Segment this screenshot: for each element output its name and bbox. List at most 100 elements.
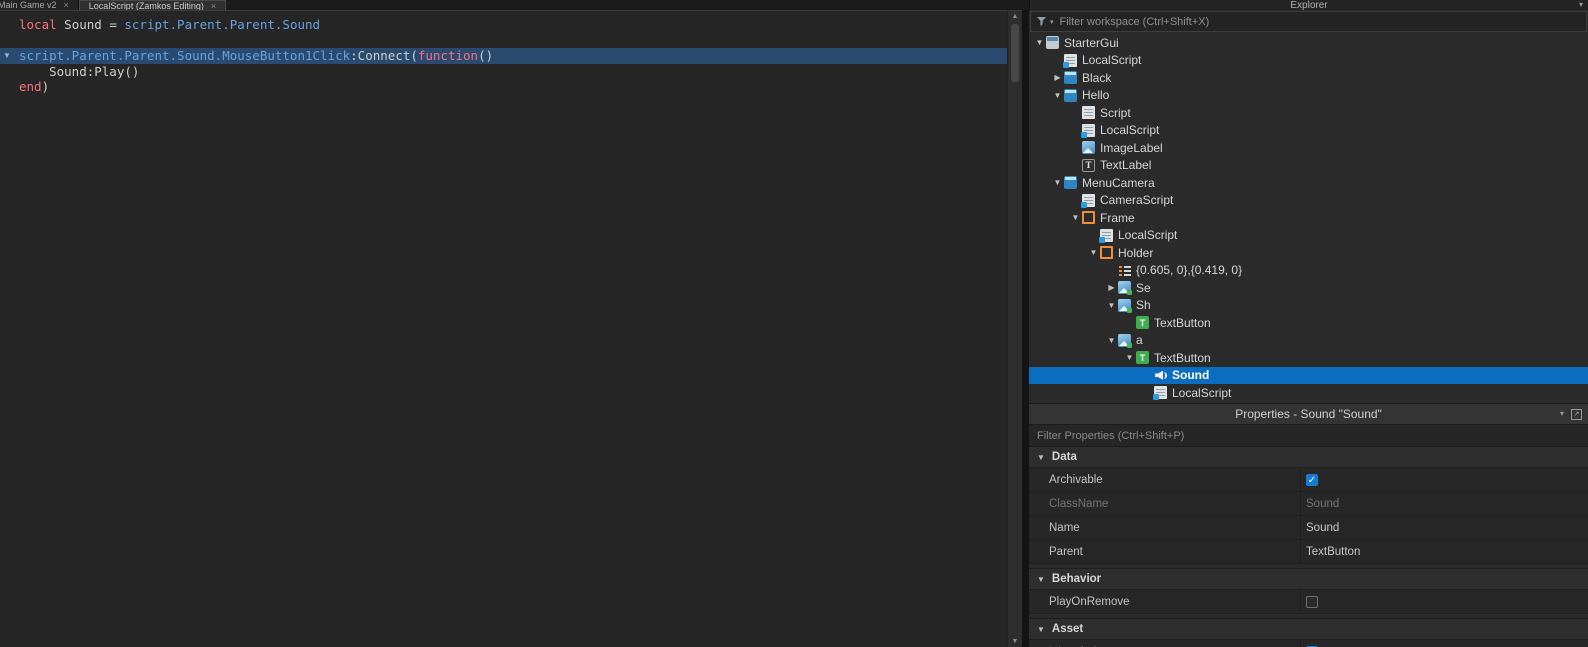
script-icon (1082, 106, 1095, 120)
startergui-icon (1046, 36, 1059, 50)
tree-label: TextButton (1154, 315, 1211, 330)
tree-label: CameraScript (1100, 193, 1174, 208)
code-line[interactable]: local Sound = script.Parent.Parent.Sound (0, 17, 1007, 33)
chevron-expanded-icon[interactable]: ▼ (1051, 91, 1064, 100)
tree-row-camerascript[interactable]: CameraScript (1029, 192, 1588, 210)
code-text: script.Parent.Parent.Sound.MouseButton1C… (19, 48, 494, 63)
script-editor[interactable]: local Sound = script.Parent.Parent.Sound… (0, 10, 1022, 647)
chevron-expanded-icon[interactable]: ▼ (1051, 178, 1064, 187)
prop-value-archivable (1301, 468, 1588, 491)
screengui-icon (1064, 88, 1077, 102)
prop-value-parent[interactable]: TextButton (1301, 540, 1588, 563)
popout-icon[interactable]: ↗ (1571, 408, 1582, 420)
properties-grid: ▼DataArchivableClassNameSoundNameSoundPa… (1029, 447, 1588, 647)
code-text: local Sound = script.Parent.Parent.Sound (19, 17, 321, 32)
tree-row-localscript[interactable]: LocalScript (1029, 52, 1588, 70)
tree-row-menucamera[interactable]: ▼ MenuCamera (1029, 174, 1588, 192)
section-header-asset[interactable]: ▼ Asset (1029, 618, 1588, 640)
close-icon[interactable]: × (64, 0, 69, 10)
tree-label: StarterGui (1064, 35, 1119, 50)
code-line[interactable]: Sound:Play() (0, 64, 1007, 80)
scroll-up-icon[interactable]: ▲ (1012, 11, 1019, 22)
chevron-expanded-icon[interactable]: ▼ (1123, 353, 1136, 362)
properties-panel-titlebar: Properties - Sound "Sound" ▾ ↗ (1029, 403, 1588, 425)
chevron-expanded-icon[interactable]: ▼ (1033, 38, 1046, 47)
tree-row-0-605-0-0-419-0[interactable]: {0.605, 0},{0.419, 0} (1029, 262, 1588, 280)
section-header-data[interactable]: ▼ Data (1029, 447, 1588, 468)
tree-row-localscript[interactable]: LocalScript (1029, 122, 1588, 140)
chevron-expanded-icon: ▼ (1037, 452, 1045, 462)
tree-label: Sound (1172, 368, 1210, 383)
sound-icon (1154, 369, 1167, 382)
tree-row-startergui[interactable]: ▼ StarterGui (1029, 34, 1588, 52)
tree-label: ImageLabel (1100, 140, 1163, 155)
tree-row-se[interactable]: ▶ Se (1029, 279, 1588, 297)
chevron-collapsed-icon[interactable]: ▶ (1105, 283, 1118, 292)
tree-row-sh[interactable]: ▼ Sh (1029, 297, 1588, 315)
prop-row-archivable: Archivable (1029, 468, 1588, 492)
chevron-expanded-icon: ▼ (1037, 624, 1045, 634)
tree-row-frame[interactable]: ▼ Frame (1029, 209, 1588, 227)
code-line[interactable]: end) (0, 79, 1007, 95)
close-icon[interactable]: × (211, 1, 216, 11)
scrollbar-track[interactable] (1008, 22, 1022, 636)
tree-row-localscript[interactable]: LocalScript (1029, 384, 1588, 402)
chevron-expanded-icon[interactable]: ▼ (1105, 336, 1118, 345)
chevron-expanded-icon: ▼ (1037, 574, 1045, 584)
chevron-expanded-icon[interactable]: ▼ (1087, 248, 1100, 257)
tree-row-textlabel[interactable]: TextLabel (1029, 157, 1588, 175)
tab-main-game-v2[interactable]: Main Game v2 × (0, 0, 79, 10)
fold-arrow-icon[interactable]: ▼ (0, 48, 19, 64)
prop-row-playonremove: PlayOnRemove (1029, 590, 1588, 614)
tree-row-sound[interactable]: Sound (1029, 366, 1588, 384)
textbutton-icon (1136, 316, 1149, 330)
chevron-expanded-icon[interactable]: ▼ (1105, 301, 1118, 310)
tree-row-imagelabel[interactable]: ImageLabel (1029, 139, 1588, 157)
tree-row-hello[interactable]: ▼ Hello (1029, 87, 1588, 105)
prop-label: IsLoaded (1029, 640, 1301, 647)
chevron-down-icon[interactable]: ▾ (1560, 409, 1564, 419)
right-dock: ▾ Filter workspace (Ctrl+Shift+X) ▼ Start… (1029, 10, 1588, 647)
chevron-expanded-icon[interactable]: ▼ (1069, 213, 1082, 222)
uilayout-icon (1118, 264, 1131, 277)
fold-gutter (0, 17, 19, 33)
section-header-behavior[interactable]: ▼ Behavior (1029, 568, 1588, 590)
tree-label: Black (1082, 70, 1112, 85)
tree-row-textbutton[interactable]: TextButton (1029, 314, 1588, 332)
tree-row-a[interactable]: ▼ a (1029, 332, 1588, 350)
prop-value-name[interactable]: Sound (1301, 516, 1588, 539)
code-line[interactable] (0, 33, 1007, 49)
explorer-tree: ▼ StarterGui LocalScript ▶ Black ▼ Hello Script… (1029, 32, 1588, 403)
tree-row-localscript[interactable]: LocalScript (1029, 227, 1588, 245)
archivable-checkbox[interactable] (1306, 473, 1318, 486)
editor-vertical-scrollbar[interactable]: ▲ ▼ (1007, 11, 1022, 647)
localscript-icon (1063, 53, 1077, 68)
tree-row-textbutton[interactable]: ▼ TextButton (1029, 349, 1588, 367)
panel-splitter[interactable] (1022, 10, 1029, 647)
tree-row-black[interactable]: ▶ Black (1029, 69, 1588, 87)
scrollbar-thumb[interactable] (1011, 24, 1019, 82)
prop-label: Parent (1029, 540, 1301, 563)
main-split: local Sound = script.Parent.Parent.Sound… (0, 10, 1588, 647)
tree-row-holder[interactable]: ▼ Holder (1029, 244, 1588, 262)
localscript-icon (1153, 386, 1167, 401)
chevron-down-icon[interactable]: ▾ (1579, 0, 1583, 10)
playonremove-checkbox[interactable] (1306, 595, 1318, 608)
prop-row-classname: ClassName Sound (1029, 492, 1588, 516)
tab-label: Main Game v2 (0, 0, 57, 10)
localscript-icon (1099, 228, 1113, 243)
frame-icon (1100, 246, 1113, 260)
roblox-studio-window: Main Game v2 × LocalScript (Zamkos Editi… (0, 0, 1588, 647)
tree-label: LocalScript (1118, 228, 1178, 243)
explorer-filter-input[interactable]: ▾ Filter workspace (Ctrl+Shift+X) (1030, 11, 1587, 32)
tree-label: MenuCamera (1082, 175, 1155, 190)
tab-localscript-zamkos-editing[interactable]: LocalScript (Zamkos Editing) × (78, 0, 227, 11)
prop-value-isloaded (1301, 640, 1588, 647)
chevron-collapsed-icon[interactable]: ▶ (1051, 73, 1064, 82)
textlabel-icon (1082, 158, 1095, 172)
code-line[interactable]: ▼ script.Parent.Parent.Sound.MouseButton1… (0, 48, 1007, 64)
tree-row-script[interactable]: Script (1029, 104, 1588, 122)
tree-label: LocalScript (1172, 385, 1232, 400)
properties-filter-input[interactable]: Filter Properties (Ctrl+Shift+P) (1029, 425, 1588, 447)
scroll-down-icon[interactable]: ▼ (1012, 636, 1019, 647)
